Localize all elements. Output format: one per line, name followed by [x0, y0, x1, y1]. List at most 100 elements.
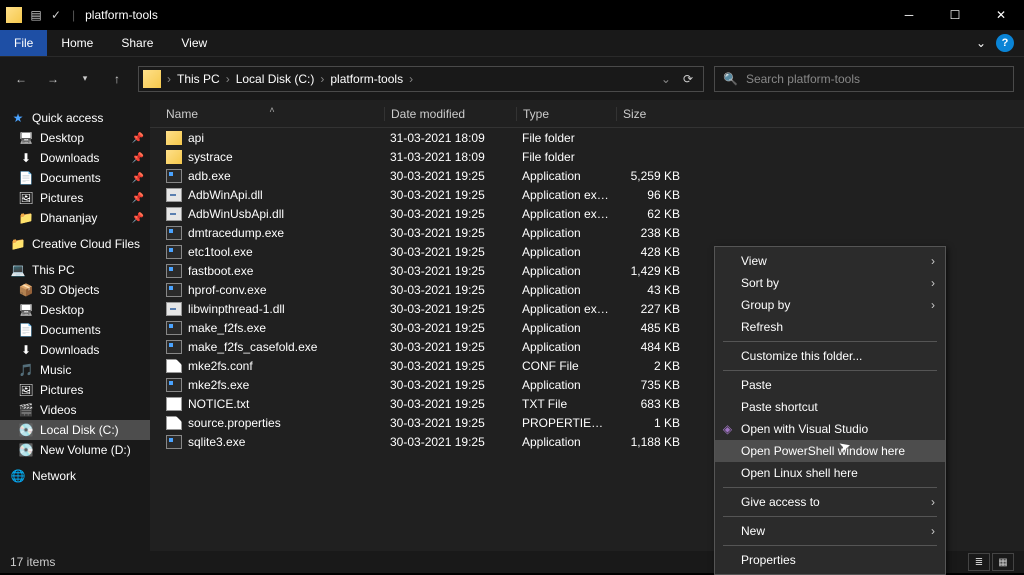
file-row[interactable]: AdbWinUsbApi.dll30-03-2021 19:25Applicat…: [150, 204, 1024, 223]
nav-creative-cloud[interactable]: 📁 Creative Cloud Files: [0, 234, 150, 254]
tab-view[interactable]: View: [167, 30, 221, 56]
chevron-right-icon[interactable]: ›: [224, 72, 232, 86]
file-date: 30-03-2021 19:25: [384, 435, 516, 449]
path-box[interactable]: › This PC › Local Disk (C:) › platform-t…: [138, 66, 704, 92]
nav-pinned-item[interactable]: 📄Documents📌: [0, 168, 150, 188]
exe-icon: [166, 340, 182, 354]
menu-separator: [723, 341, 937, 342]
file-size: 5,259 KB: [616, 169, 686, 183]
nav-network[interactable]: 🌐 Network: [0, 466, 150, 486]
column-header-name[interactable]: ˄ Name: [160, 107, 384, 121]
file-name: mke2fs.exe: [188, 378, 249, 392]
nav-label: Desktop: [40, 131, 84, 145]
nav-pc-item[interactable]: 🖼Pictures: [0, 380, 150, 400]
file-date: 30-03-2021 19:25: [384, 207, 516, 221]
menu-open-powershell[interactable]: Open PowerShell window here: [715, 440, 945, 462]
file-date: 31-03-2021 18:09: [384, 131, 516, 145]
search-input[interactable]: 🔍 Search platform-tools: [714, 66, 1014, 92]
file-row[interactable]: AdbWinApi.dll30-03-2021 19:25Application…: [150, 185, 1024, 204]
nav-label: Creative Cloud Files: [32, 237, 140, 251]
nav-quick-access[interactable]: ★ Quick access: [0, 108, 150, 128]
desktop-icon: 🖥: [18, 131, 34, 145]
nav-pc-item[interactable]: 📄Documents: [0, 320, 150, 340]
file-row[interactable]: adb.exe30-03-2021 19:25Application5,259 …: [150, 166, 1024, 185]
nav-label: Local Disk (C:): [40, 423, 119, 437]
chevron-right-icon[interactable]: ›: [165, 72, 173, 86]
menu-open-visual-studio[interactable]: ◈Open with Visual Studio: [715, 418, 945, 440]
nav-pc-item[interactable]: 🖥Desktop: [0, 300, 150, 320]
column-header-size[interactable]: Size: [616, 107, 686, 121]
nav-label: Network: [32, 469, 76, 483]
close-button[interactable]: ✕: [978, 0, 1024, 30]
file-name: dmtracedump.exe: [188, 226, 284, 240]
chevron-right-icon[interactable]: ›: [407, 72, 415, 86]
menu-customize-folder[interactable]: Customize this folder...: [715, 345, 945, 367]
qat-new-folder-icon[interactable]: ✓: [48, 7, 64, 23]
forward-button[interactable]: →: [42, 72, 64, 86]
file-row[interactable]: systrace31-03-2021 18:09File folder: [150, 147, 1024, 166]
back-button[interactable]: ←: [10, 72, 32, 86]
tab-home[interactable]: Home: [47, 30, 107, 56]
menu-view[interactable]: View›: [715, 250, 945, 272]
menu-paste[interactable]: Paste: [715, 374, 945, 396]
file-row[interactable]: dmtracedump.exe30-03-2021 19:25Applicati…: [150, 223, 1024, 242]
nav-pc-item[interactable]: 💽Local Disk (C:): [0, 420, 150, 440]
nav-pc-item[interactable]: 📦3D Objects: [0, 280, 150, 300]
details-view-button[interactable]: ≣: [968, 553, 990, 571]
menu-give-access-to[interactable]: Give access to›: [715, 491, 945, 513]
pictures-icon: 🖼: [18, 191, 34, 205]
dll-icon: [166, 302, 182, 316]
menu-properties[interactable]: Properties: [715, 549, 945, 571]
refresh-icon[interactable]: ⟳: [677, 72, 699, 86]
breadcrumb-platform-tools[interactable]: platform-tools: [326, 72, 407, 86]
help-icon[interactable]: ?: [996, 34, 1014, 52]
column-header-type[interactable]: Type: [516, 107, 616, 121]
menu-sort-by[interactable]: Sort by›: [715, 272, 945, 294]
menu-open-linux-shell[interactable]: Open Linux shell here: [715, 462, 945, 484]
file-row[interactable]: api31-03-2021 18:09File folder: [150, 128, 1024, 147]
file-type: File folder: [516, 150, 616, 164]
chevron-right-icon: ›: [931, 254, 935, 268]
menu-new[interactable]: New›: [715, 520, 945, 542]
search-icon: 🔍: [723, 72, 738, 86]
file-tab[interactable]: File: [0, 30, 47, 56]
documents-icon: 📄: [18, 171, 34, 185]
column-header-date[interactable]: Date modified: [384, 107, 516, 121]
tab-share[interactable]: Share: [107, 30, 167, 56]
file-size: 484 KB: [616, 340, 686, 354]
minimize-button[interactable]: ─: [886, 0, 932, 30]
file-type: Application: [516, 264, 616, 278]
menu-group-by[interactable]: Group by›: [715, 294, 945, 316]
nav-label: This PC: [32, 263, 75, 277]
pc-icon: 💻: [10, 263, 26, 277]
menu-refresh[interactable]: Refresh: [715, 316, 945, 338]
file-name: systrace: [188, 150, 233, 164]
nav-pc-item[interactable]: 🎬Videos: [0, 400, 150, 420]
thumbnails-view-button[interactable]: ▦: [992, 553, 1014, 571]
qat-properties-icon[interactable]: ▤: [28, 7, 44, 23]
titlebar: ▤ ✓ | platform-tools ─ ☐ ✕: [0, 0, 1024, 30]
nav-pinned-item[interactable]: ⬇Downloads📌: [0, 148, 150, 168]
folder-icon: [6, 7, 22, 23]
nav-pinned-item[interactable]: 📁Dhananjay📌: [0, 208, 150, 228]
nav-this-pc[interactable]: 💻 This PC: [0, 260, 150, 280]
menu-separator: [723, 545, 937, 546]
up-button[interactable]: ↑: [106, 72, 128, 86]
nav-pc-item[interactable]: 💽New Volume (D:): [0, 440, 150, 460]
file-type: Application: [516, 340, 616, 354]
recent-locations-button[interactable]: ▾: [74, 73, 96, 84]
nav-pinned-item[interactable]: 🖼Pictures📌: [0, 188, 150, 208]
nav-pc-item[interactable]: ⬇Downloads: [0, 340, 150, 360]
chevron-right-icon[interactable]: ›: [318, 72, 326, 86]
path-dropdown-icon[interactable]: ⌄: [655, 72, 677, 86]
desktop-icon: 🖥: [18, 303, 34, 317]
menu-paste-shortcut[interactable]: Paste shortcut: [715, 396, 945, 418]
nav-pinned-item[interactable]: 🖥Desktop📌: [0, 128, 150, 148]
breadcrumb-local-disk[interactable]: Local Disk (C:): [232, 72, 319, 86]
conf-icon: [166, 416, 182, 430]
nav-label: Dhananjay: [40, 211, 97, 225]
maximize-button[interactable]: ☐: [932, 0, 978, 30]
breadcrumb-this-pc[interactable]: This PC: [173, 72, 224, 86]
ribbon-collapse-icon[interactable]: ⌄: [966, 30, 996, 56]
nav-pc-item[interactable]: 🎵Music: [0, 360, 150, 380]
